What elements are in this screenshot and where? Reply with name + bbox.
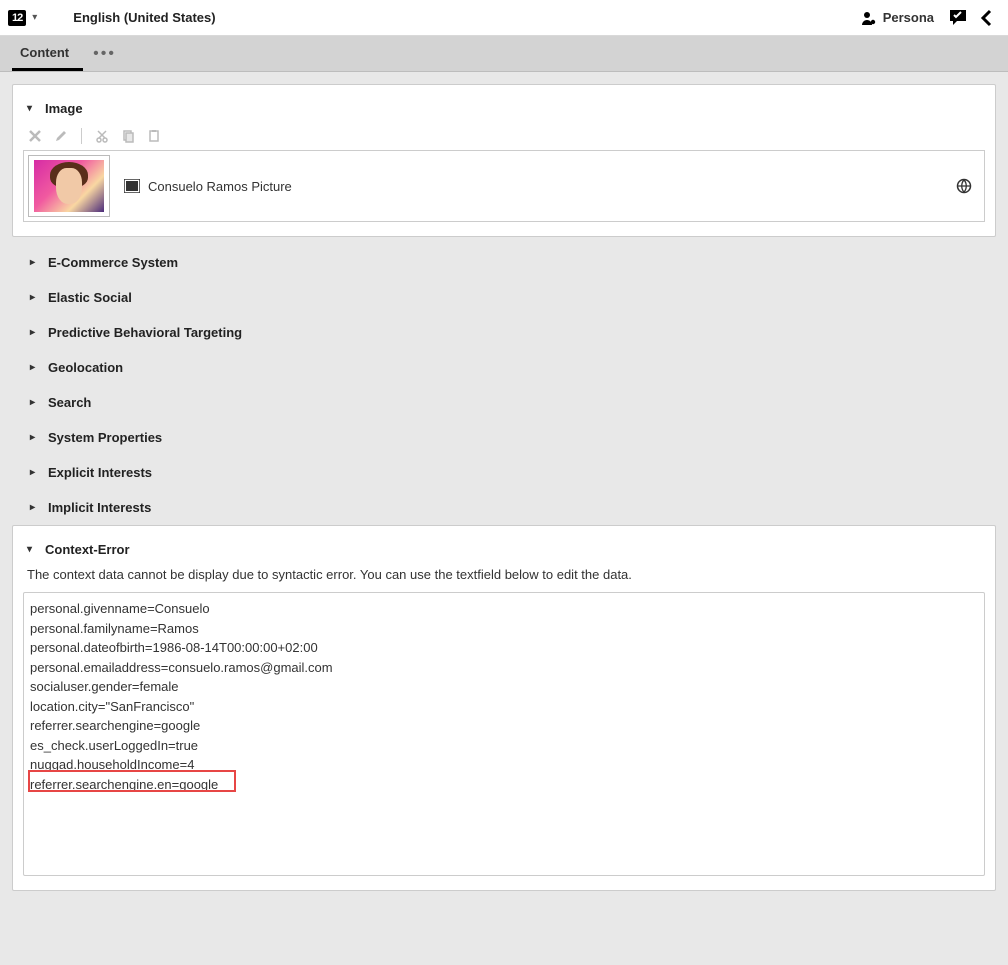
- image-thumbnail: [28, 155, 110, 217]
- persona-label: Persona: [883, 10, 934, 25]
- picture-type-icon: [124, 179, 140, 193]
- section-title: Elastic Social: [48, 290, 132, 305]
- context-line: referrer.searchengine.en=google: [30, 775, 978, 795]
- context-line: personal.familyname=Ramos: [30, 619, 978, 639]
- globe-icon[interactable]: [956, 178, 972, 194]
- context-error-title: Context-Error: [45, 542, 130, 557]
- section-title: Search: [48, 395, 91, 410]
- image-section: ▾ Image: [12, 84, 996, 237]
- image-toolbar: [23, 124, 985, 146]
- site-dropdown-caret[interactable]: ▾: [32, 12, 37, 23]
- tab-more-button[interactable]: •••: [83, 37, 126, 71]
- section-title: Geolocation: [48, 360, 123, 375]
- section-predictive-targeting[interactable]: ▸ Predictive Behavioral Targeting: [12, 315, 996, 350]
- caret-right-icon: ▸: [30, 257, 40, 268]
- context-error-description: The context data cannot be display due t…: [23, 565, 985, 592]
- context-error-header[interactable]: ▾ Context-Error: [23, 534, 985, 565]
- caret-right-icon: ▸: [30, 397, 40, 408]
- section-title: Explicit Interests: [48, 465, 152, 480]
- copy-icon[interactable]: [120, 128, 136, 144]
- section-system-properties[interactable]: ▸ System Properties: [12, 420, 996, 455]
- image-section-title: Image: [45, 101, 83, 116]
- context-line: socialuser.gender=female: [30, 677, 978, 697]
- caret-right-icon: ▸: [30, 502, 40, 513]
- section-ecommerce[interactable]: ▸ E-Commerce System: [12, 245, 996, 280]
- image-meta: Consuelo Ramos Picture: [124, 178, 980, 194]
- locale-label: English (United States): [73, 10, 215, 25]
- caret-right-icon: ▸: [30, 362, 40, 373]
- collapse-icon[interactable]: [972, 4, 1000, 32]
- section-geolocation[interactable]: ▸ Geolocation: [12, 350, 996, 385]
- section-implicit-interests[interactable]: ▸ Implicit Interests: [12, 490, 996, 525]
- section-title: Implicit Interests: [48, 500, 151, 515]
- section-title: System Properties: [48, 430, 162, 445]
- section-elastic-social[interactable]: ▸ Elastic Social: [12, 280, 996, 315]
- context-data-textarea[interactable]: personal.givenname=Consuelo personal.fam…: [23, 592, 985, 876]
- persona-button[interactable]: Persona: [861, 10, 934, 26]
- section-title: Predictive Behavioral Targeting: [48, 325, 242, 340]
- context-line: referrer.searchengine=google: [30, 716, 978, 736]
- content-area: ▾ Image: [0, 72, 1008, 903]
- image-section-header[interactable]: ▾ Image: [23, 93, 985, 124]
- context-line: location.city="SanFrancisco": [30, 697, 978, 717]
- tab-content[interactable]: Content: [12, 37, 83, 71]
- context-line: es_check.userLoggedIn=true: [30, 736, 978, 756]
- toolbar-separator: [81, 128, 82, 144]
- image-item-row[interactable]: Consuelo Ramos Picture: [23, 150, 985, 222]
- delete-icon[interactable]: [27, 128, 43, 144]
- caret-right-icon: ▸: [30, 292, 40, 303]
- section-explicit-interests[interactable]: ▸ Explicit Interests: [12, 455, 996, 490]
- context-line: personal.givenname=Consuelo: [30, 599, 978, 619]
- section-title: E-Commerce System: [48, 255, 178, 270]
- caret-down-icon: ▾: [27, 103, 37, 114]
- caret-down-icon: ▾: [27, 544, 37, 555]
- context-line: personal.emailaddress=consuelo.ramos@gma…: [30, 658, 978, 678]
- context-line: nuggad.householdIncome=4: [30, 755, 978, 775]
- context-error-section: ▾ Context-Error The context data cannot …: [12, 525, 996, 891]
- section-search[interactable]: ▸ Search: [12, 385, 996, 420]
- paste-icon[interactable]: [146, 128, 162, 144]
- caret-right-icon: ▸: [30, 327, 40, 338]
- tab-bar: Content •••: [0, 36, 1008, 72]
- top-bar: 12 ▾ English (United States) Persona: [0, 0, 1008, 36]
- persona-icon: [861, 10, 877, 26]
- cut-icon[interactable]: [94, 128, 110, 144]
- site-badge[interactable]: 12: [8, 10, 26, 26]
- edit-icon[interactable]: [53, 128, 69, 144]
- feedback-icon[interactable]: [944, 4, 972, 32]
- caret-right-icon: ▸: [30, 432, 40, 443]
- caret-right-icon: ▸: [30, 467, 40, 478]
- image-item-label: Consuelo Ramos Picture: [148, 179, 292, 194]
- context-line: personal.dateofbirth=1986-08-14T00:00:00…: [30, 638, 978, 658]
